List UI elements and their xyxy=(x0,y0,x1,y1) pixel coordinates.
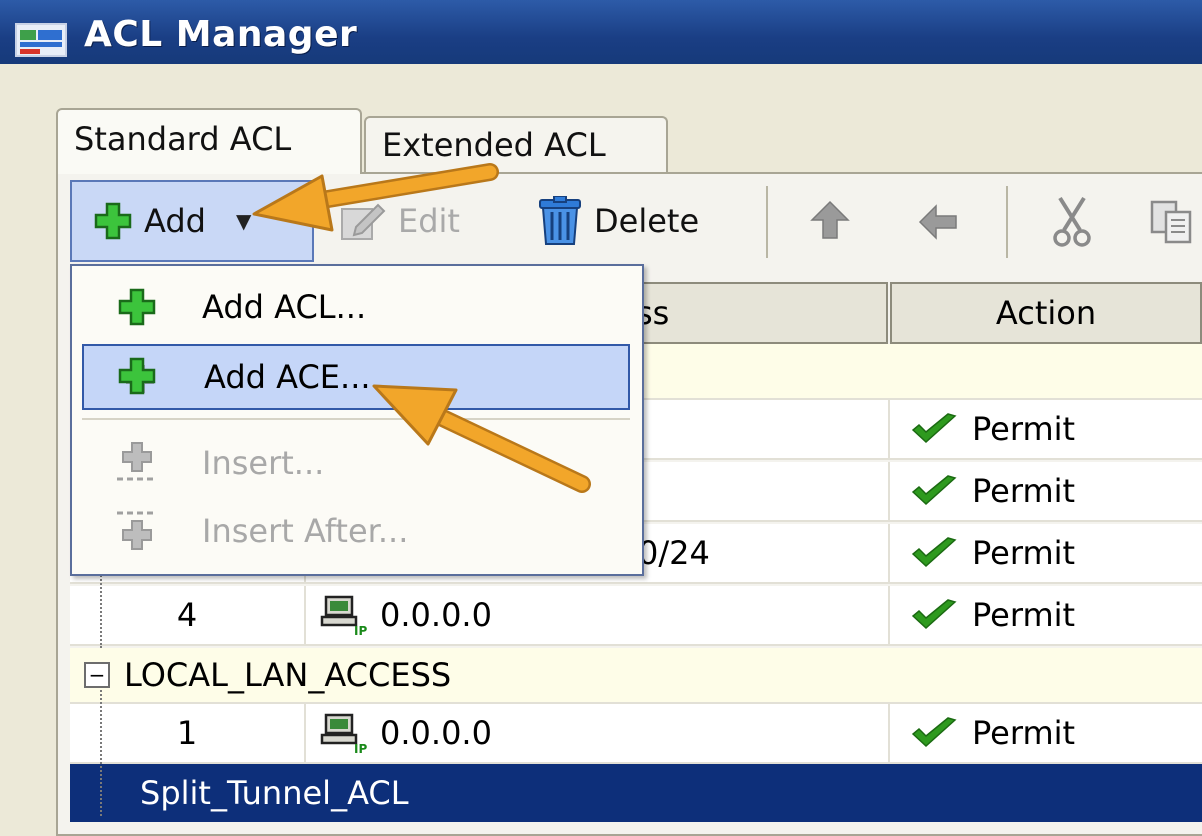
menu-separator xyxy=(82,418,630,420)
edit-icon xyxy=(341,203,386,240)
check-icon xyxy=(911,717,957,748)
row-number: 4 xyxy=(70,586,306,644)
row-action: Permit xyxy=(890,400,1202,458)
menu-item-insert-after[interactable]: Insert After... xyxy=(82,498,630,564)
action-label: Permit xyxy=(972,472,1076,510)
table-row[interactable]: 1 IP 0.0.0.0 Permit xyxy=(70,704,1202,764)
row-address: IP 0.0.0.0 xyxy=(306,704,890,762)
menu-item-add-acl[interactable]: Add ACL... xyxy=(82,274,630,340)
collapse-icon[interactable]: − xyxy=(84,662,110,688)
row-action: Permit xyxy=(890,586,1202,644)
row-action: Permit xyxy=(890,462,1202,520)
add-dropdown-menu: Add ACL... Add ACE... Insert... Insert A… xyxy=(70,264,644,576)
window-title: ACL Manager xyxy=(84,14,358,55)
tree-connector xyxy=(100,572,102,648)
acl-group-split-tunnel-acl[interactable]: Split_Tunnel_ACL xyxy=(70,764,1202,822)
menu-item-label: Insert After... xyxy=(202,512,409,550)
tree-connector xyxy=(100,690,102,816)
delete-button-label: Delete xyxy=(594,202,700,240)
insert-icon xyxy=(82,441,192,485)
insert-after-icon xyxy=(82,509,192,553)
action-label: Permit xyxy=(972,596,1076,634)
action-label: Permit xyxy=(972,714,1076,752)
action-label: Permit xyxy=(972,410,1076,448)
table-row[interactable]: 4 IP 0.0.0.0 Permit xyxy=(70,586,1202,646)
acl-group-local-lan-access[interactable]: − LOCAL_LAN_ACCESS xyxy=(70,648,1202,704)
acl-group-name: Split_Tunnel_ACL xyxy=(140,774,409,812)
column-header-action[interactable]: Action xyxy=(890,282,1202,344)
plus-icon xyxy=(82,288,192,326)
check-icon xyxy=(911,413,957,444)
move-up-icon[interactable] xyxy=(808,198,852,242)
acl-group-name: LOCAL_LAN_ACCESS xyxy=(124,656,452,694)
row-address: IP 0.0.0.0 xyxy=(306,586,890,644)
address-text: 0.0.0.0 xyxy=(380,596,492,634)
tab-extended-acl[interactable]: Extended ACL xyxy=(364,116,668,172)
acl-manager-app-icon xyxy=(15,23,67,57)
edit-button[interactable]: Edit xyxy=(340,190,460,252)
title-bar: ACL Manager xyxy=(0,0,1202,64)
svg-text:IP: IP xyxy=(354,624,367,637)
check-icon xyxy=(911,537,957,568)
cut-icon[interactable] xyxy=(1052,196,1092,248)
ip-host-icon: IP xyxy=(320,595,367,637)
plus-icon xyxy=(94,202,132,240)
move-down-icon[interactable] xyxy=(916,198,960,242)
trash-icon xyxy=(539,196,581,245)
menu-item-insert[interactable]: Insert... xyxy=(82,430,630,496)
check-icon xyxy=(911,599,957,630)
menu-item-label: Insert... xyxy=(202,444,325,482)
add-button-label: Add xyxy=(144,202,206,240)
row-action: Permit xyxy=(890,704,1202,762)
plus-icon xyxy=(84,357,194,397)
row-number: 1 xyxy=(70,704,306,762)
menu-item-label: Add ACE... xyxy=(204,358,371,396)
tab-standard-acl[interactable]: Standard ACL xyxy=(56,108,362,174)
ip-host-icon: IP xyxy=(320,713,367,755)
column-header-action-label: Action xyxy=(995,294,1097,332)
chevron-down-icon: ▼ xyxy=(235,209,252,233)
add-dropdown-button[interactable]: Add ▼ xyxy=(70,180,314,262)
action-label: Permit xyxy=(972,534,1076,572)
address-text: 0.0.0.0 xyxy=(380,714,492,752)
menu-item-add-ace[interactable]: Add ACE... xyxy=(82,344,630,410)
check-icon xyxy=(911,475,957,506)
address-text: 0/24 xyxy=(638,534,710,572)
toolbar-separator xyxy=(1006,186,1008,258)
row-action: Permit xyxy=(890,524,1202,582)
edit-button-label: Edit xyxy=(398,202,460,240)
delete-button[interactable]: Delete xyxy=(538,190,699,252)
svg-text:IP: IP xyxy=(354,742,367,755)
menu-item-label: Add ACL... xyxy=(202,288,367,326)
copy-icon[interactable] xyxy=(1150,200,1196,244)
toolbar-separator xyxy=(766,186,768,258)
